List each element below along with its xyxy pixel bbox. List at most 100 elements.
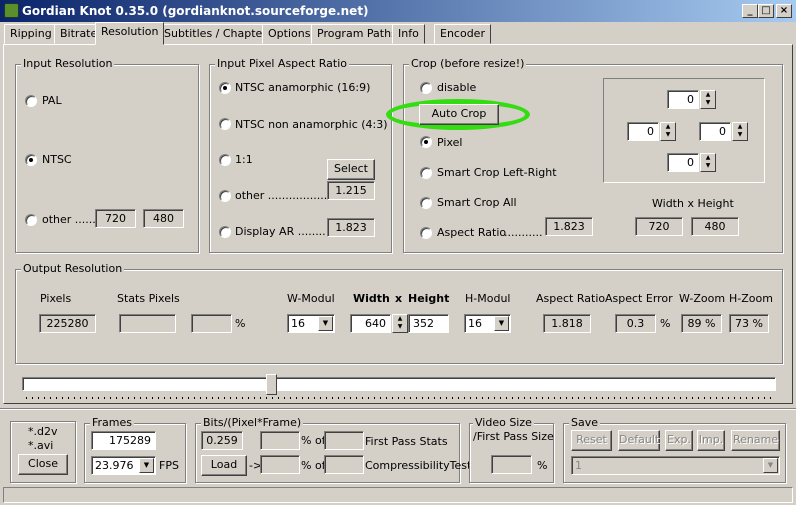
fps-value: 23.976 [95,459,134,472]
tab-subtitles-chapters[interactable]: Subtitles / Chapters [158,24,279,44]
save-legend: Save [569,416,601,429]
display-ar-label: Display AR ........ [235,225,326,238]
display-ar-field[interactable]: 1.823 [327,218,375,237]
output-width-spinner[interactable]: ▲ ▼ [392,314,408,333]
radio-other-resolution[interactable] [25,214,37,226]
input-height-field[interactable]: 480 [143,209,184,228]
crop-height-field: 480 [691,217,739,236]
slider-ticks [26,397,774,399]
export-button[interactable]: Exp. [665,430,693,451]
select-button[interactable]: Select [327,159,375,180]
close-button[interactable]: Close [18,454,68,475]
app-icon [4,3,19,18]
close-window-button[interactable]: × [776,4,792,18]
radio-1-1[interactable] [219,154,231,166]
radio-crop-disable[interactable] [420,82,432,94]
compress-percent-field [260,455,300,474]
frames-legend: Frames [90,416,135,429]
pal-label: PAL [42,94,62,107]
radio-ntsc-anamorphic[interactable] [219,82,231,94]
import-button[interactable]: Imp. [697,430,725,451]
first-pass-size-label: /First Pass Size [473,430,554,443]
aspect-ratio-legend: Input Pixel Aspect Ratio [215,57,350,70]
crop-top-spinner[interactable]: ▲ ▼ [700,90,716,109]
smart-crop-lr-label: Smart Crop Left-Right [437,166,557,179]
h-modul-label: H-Modul [465,292,511,305]
aspect-ratio-crop-label: Aspect Ratio [437,226,507,239]
minimize-button[interactable]: _ [742,4,758,18]
w-modul-value: 16 [291,317,305,330]
smart-crop-all-label: Smart Crop All [437,196,517,209]
save-slot-select[interactable]: 1 ▼ [571,456,780,475]
save-slot-value: 1 [575,459,582,472]
load-button[interactable]: Load [201,455,247,476]
crop-left-spinner[interactable]: ▲ ▼ [660,122,676,141]
radio-display-ar[interactable] [219,226,231,238]
crop-bottom-spinner[interactable]: ▲ ▼ [700,153,716,172]
title-bar[interactable]: Gordian Knot 0.35.0 (gordianknot.sourcef… [0,0,796,22]
crop-bottom-field[interactable]: 0 [667,153,699,172]
tab-options[interactable]: Options [262,24,317,44]
ntsc-label: NTSC [42,153,72,166]
crop-pixel-label: Pixel [437,136,463,149]
crop-right-field[interactable]: 0 [699,122,731,141]
rename-button[interactable]: Rename [731,430,780,451]
radio-crop-pixel[interactable] [420,136,432,148]
default-button[interactable]: Default [618,430,660,451]
radio-other-aspect[interactable] [219,190,231,202]
radio-ntsc[interactable] [25,154,37,166]
w-modul-label: W-Modul [287,292,335,305]
resolution-slider-thumb[interactable] [266,374,277,395]
tab-program-paths[interactable]: Program Paths [311,24,403,44]
tab-ripping[interactable]: Ripping [4,24,58,44]
radio-pal[interactable] [25,95,37,107]
crop-top-field[interactable]: 0 [667,90,699,109]
h-zoom-label: H-Zoom [729,292,773,305]
tab-encoder[interactable]: Encoder [434,24,491,44]
chevron-down-icon[interactable]: ▼ [318,316,333,331]
h-modul-select[interactable]: 16 ▼ [464,314,511,333]
resolution-slider-track[interactable] [22,377,776,391]
output-width-field[interactable]: 640 [350,314,391,333]
crop-left-field[interactable]: 0 [627,122,659,141]
radio-smart-crop-lr[interactable] [420,167,432,179]
crop-legend: Crop (before resize!) [409,57,527,70]
other-resolution-label: other ....... [42,213,100,226]
radio-ntsc-non-anamorphic[interactable] [219,118,231,130]
auto-crop-button[interactable]: Auto Crop [419,104,499,125]
aspect-ratio-crop-dots: ........... [504,226,543,239]
tab-info[interactable]: Info [392,24,425,44]
chevron-down-icon[interactable]: ▼ [494,316,509,331]
crop-aspect-field[interactable]: 1.823 [545,217,593,236]
h-modul-value: 16 [468,317,482,330]
maximize-button[interactable]: □ [758,4,774,18]
bpp-value-field: 0.259 [201,431,243,450]
first-pass-value-field [324,431,364,450]
crop-width-field: 720 [635,217,683,236]
input-width-field[interactable]: 720 [95,209,136,228]
video-size-percent-field [491,455,532,474]
crop-width-height-label: Width x Height [652,197,734,210]
input-resolution-legend: Input Resolution [21,57,115,70]
w-modul-select[interactable]: 16 ▼ [287,314,335,333]
stats-pixels-label: Stats Pixels [117,292,180,305]
chevron-down-icon[interactable]: ▼ [139,458,154,473]
tab-resolution[interactable]: Resolution [95,22,165,45]
chevron-down-icon[interactable]: ▼ [763,458,778,473]
output-height-field[interactable]: 352 [408,314,449,333]
video-size-legend: Video Size [473,416,534,429]
first-pass-percent-field [260,431,300,450]
avi-label: *.avi [28,439,54,452]
w-zoom-label: W-Zoom [679,292,726,305]
other-aspect-field[interactable]: 1.215 [327,181,375,200]
radio-smart-crop-all[interactable] [420,197,432,209]
w-zoom-field: 89 % [681,314,722,333]
reset-button[interactable]: Reset [571,430,612,451]
one-one-label: 1:1 [235,153,253,166]
radio-aspect-ratio-crop[interactable] [420,227,432,239]
fps-select[interactable]: 23.976 ▼ [91,456,156,475]
first-pass-pct-of: % of [301,434,326,447]
crop-right-spinner[interactable]: ▲ ▼ [732,122,748,141]
frames-count-field[interactable]: 175289 [91,431,156,450]
compress-pct-of: % of [301,459,326,472]
